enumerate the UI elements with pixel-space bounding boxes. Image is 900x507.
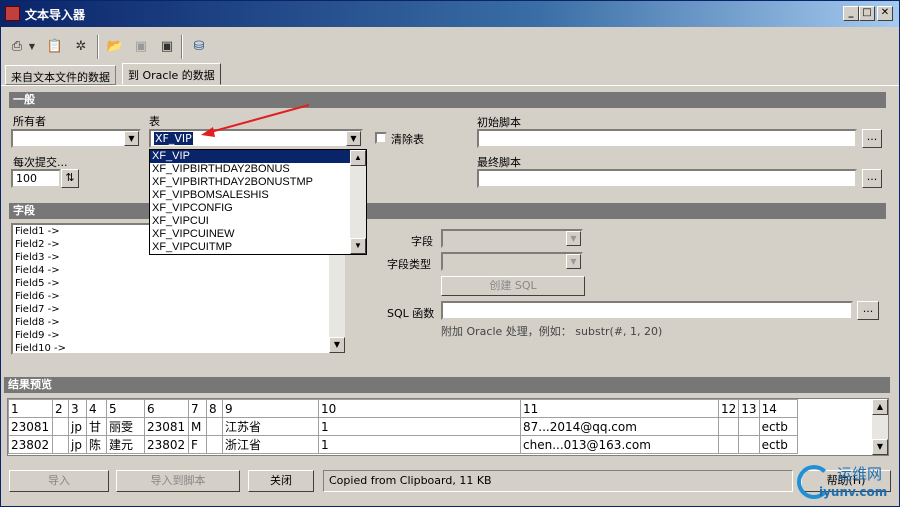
dropdown-item[interactable]: XF_VIPCUI	[150, 215, 366, 228]
table-header-row: 1 2 3 4 5 6 7 8 9 10 11 12 13 14	[8, 399, 798, 418]
list-item[interactable]: Field5 ->	[13, 277, 345, 290]
title-bar: 文本导入器 _ □ ✕	[1, 1, 899, 27]
column-header: 14	[758, 399, 798, 418]
import-icon[interactable]: ⎙	[7, 37, 27, 57]
scroll-down-icon[interactable]: ▼	[872, 439, 888, 455]
column-header: 4	[86, 399, 107, 418]
chevron-down-icon[interactable]: ▼	[124, 131, 139, 146]
section-fields: 字段	[9, 203, 886, 219]
create-sql-button: 创建 SQL	[441, 276, 585, 296]
commit-input[interactable]: 100	[11, 169, 61, 188]
list-item[interactable]: Field4 ->	[13, 264, 345, 277]
watermark-text: 运维网	[837, 465, 883, 483]
field-label: 字段	[411, 235, 433, 248]
chevron-down-icon: ▼	[566, 254, 581, 269]
status-bar: Copied from Clipboard, 11 KB	[323, 470, 793, 492]
dropdown-item[interactable]: XF_VIPBOMSALESHIS	[150, 189, 366, 202]
column-header: 12	[717, 399, 740, 418]
final-script-input[interactable]	[477, 169, 857, 188]
list-item[interactable]: Field7 ->	[13, 303, 345, 316]
final-script-browse-button[interactable]: ...	[862, 169, 882, 188]
scroll-up-icon[interactable]: ▲	[350, 150, 366, 166]
column-header: 13	[738, 399, 760, 418]
table-dropdown-list[interactable]: XF_VIP XF_VIPBIRTHDAY2BONUS XF_VIPBIRTHD…	[149, 149, 367, 255]
table-label: 表	[149, 115, 160, 128]
column-header: 2	[52, 399, 69, 418]
scroll-up-icon[interactable]: ▲	[872, 399, 888, 415]
import-to-script-button: 导入到脚本	[116, 470, 240, 492]
column-header: 3	[68, 399, 87, 418]
open-folder-icon[interactable]: 📂	[105, 37, 125, 57]
dropdown-arrow-icon[interactable]: ▼	[27, 37, 37, 57]
list-item[interactable]: Field8 ->	[13, 316, 345, 329]
sql-function-input[interactable]	[441, 301, 853, 320]
init-script-input[interactable]	[477, 129, 857, 148]
dropdown-item[interactable]: XF_VIPCUINEW	[150, 228, 366, 241]
commit-label: 每次提交...	[13, 156, 68, 169]
column-header: 1	[8, 399, 53, 418]
section-preview: 结果预览	[4, 377, 890, 393]
paste-icon[interactable]: 📋	[45, 37, 65, 57]
maximize-button[interactable]: □	[859, 6, 875, 21]
app-window: 文本导入器 _ □ ✕ ⎙ ▼ 📋 ✲ 📂 ▣ ▣ ⛁ 来自文本文件的数据 到 …	[0, 0, 900, 507]
dropdown-item[interactable]: XF_VIPBIRTHDAY2BONUS	[150, 163, 366, 176]
field-select: ▼	[441, 229, 583, 248]
sql-function-browse-button[interactable]: ...	[857, 301, 879, 320]
clear-table-checkbox[interactable]	[375, 132, 387, 144]
sql-hint: 附加 Oracle 处理，例如： substr(#, 1, 20)	[441, 325, 663, 338]
list-item[interactable]: Field6 ->	[13, 290, 345, 303]
section-general: 一般	[9, 92, 886, 108]
preview-grid[interactable]: 1 2 3 4 5 6 7 8 9 10 11 12 13 14 23081 jp…	[7, 398, 889, 456]
dropdown-item[interactable]: XF_VIPCONFIG	[150, 202, 366, 215]
scroll-down-icon[interactable]: ▼	[350, 238, 366, 254]
new-icon[interactable]: ✲	[71, 37, 91, 57]
dropdown-item[interactable]: XF_VIPBIRTHDAY2BONUSTMP	[150, 176, 366, 189]
stepper-icon[interactable]: ⇅	[61, 169, 79, 188]
tab-to-oracle[interactable]: 到 Oracle 的数据	[122, 63, 221, 85]
save-disabled-icon: ▣	[134, 39, 148, 54]
watermark-sub: iyunv.com	[819, 485, 888, 499]
app-icon	[5, 6, 20, 21]
init-script-browse-button[interactable]: ...	[862, 129, 882, 148]
save-icon[interactable]: ▣	[157, 37, 177, 57]
owner-select[interactable]: ▼	[11, 129, 141, 148]
minimize-button[interactable]: _	[843, 6, 859, 21]
field-type-select: ▼	[441, 252, 583, 271]
owner-label: 所有者	[13, 115, 46, 128]
dropdown-item[interactable]: XF_VIP	[150, 150, 366, 163]
column-header: 5	[106, 399, 145, 418]
close-button[interactable]: ✕	[877, 6, 893, 21]
list-item[interactable]: Field10 ->	[13, 342, 345, 353]
database-icon[interactable]: ⛁	[189, 37, 209, 57]
annotation-arrow-icon	[201, 104, 310, 137]
init-script-label: 初始脚本	[477, 116, 521, 129]
list-item[interactable]: Field9 ->	[13, 329, 345, 342]
column-header: 11	[520, 399, 719, 418]
chevron-down-icon: ▼	[566, 231, 581, 246]
column-header: 6	[144, 399, 189, 418]
table-row[interactable]: 23802 jp 陈建元 23802 F 浙江省 1 chen...013@163.com ec…	[8, 435, 798, 454]
close-dialog-button[interactable]: 关闭	[248, 470, 314, 492]
column-header: 7	[188, 399, 207, 418]
field-type-label: 字段类型	[387, 258, 431, 271]
window-title: 文本导入器	[25, 8, 86, 22]
watermark-logo: 运维网 iyunv.com	[797, 461, 897, 505]
scroll-down-icon[interactable]: ▼	[329, 337, 345, 353]
clear-table-label: 清除表	[391, 133, 424, 146]
final-script-label: 最终脚本	[477, 156, 521, 169]
column-header: 10	[318, 399, 521, 418]
sql-function-label: SQL 函数	[387, 307, 435, 320]
chevron-down-icon[interactable]: ▼	[346, 131, 361, 146]
tab-from-text[interactable]: 来自文本文件的数据	[5, 65, 116, 85]
import-button: 导入	[9, 470, 109, 492]
dropdown-item[interactable]: XF_VIPCUITMP	[150, 241, 366, 254]
table-row[interactable]: 23081 jp 甘丽雯 23081 M 江苏省 1 87...2014@qq.com ectb	[8, 417, 798, 436]
column-header: 8	[206, 399, 223, 418]
column-header: 9	[222, 399, 319, 418]
